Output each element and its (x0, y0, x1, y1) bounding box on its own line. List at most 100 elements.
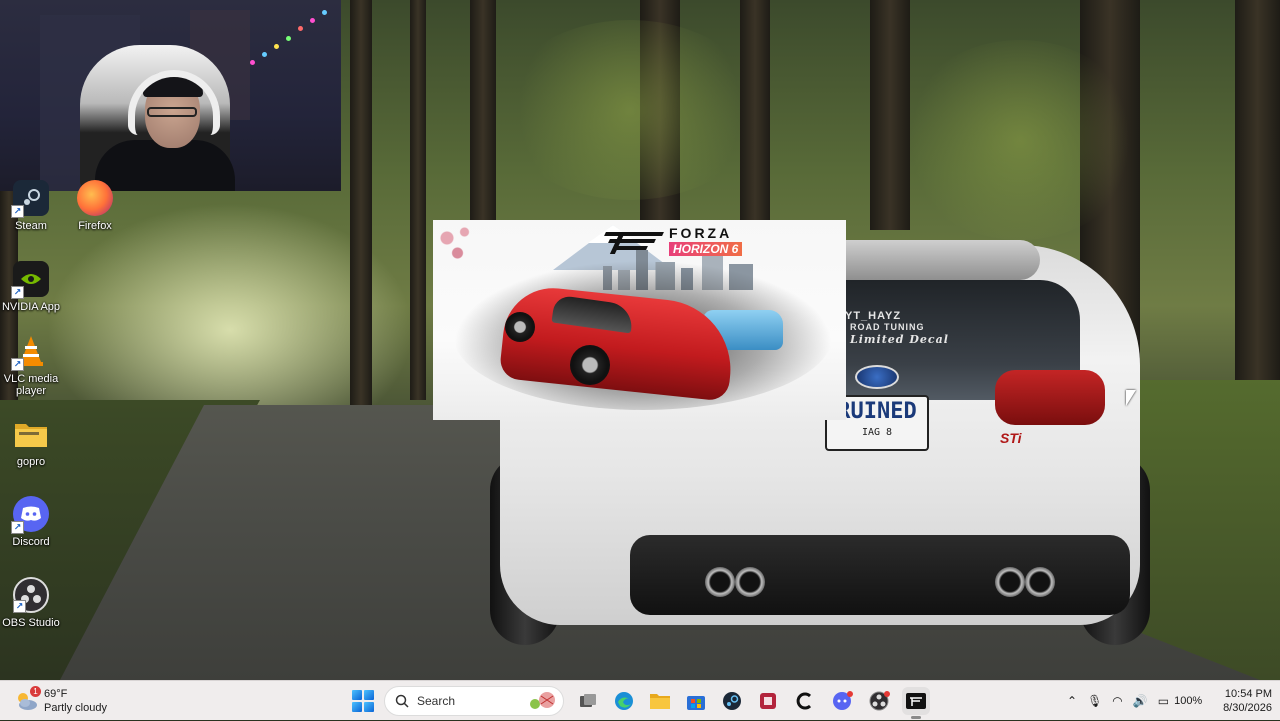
window-sticker: YT_HAYZ (845, 310, 902, 322)
app-icon (760, 693, 776, 709)
search-highlight-icon (530, 692, 555, 709)
exhaust-tip (1025, 567, 1055, 597)
desktop-icon-steam[interactable]: ↗ Steam (0, 180, 62, 232)
discord-icon (833, 691, 853, 710)
weather-widget[interactable]: 1 69°F Partly cloudy (14, 685, 107, 717)
shortcut-arrow-icon: ↗ (11, 521, 24, 534)
mouse-cursor-icon (1126, 390, 1136, 406)
desktop-icon-label: Discord (12, 536, 50, 548)
desktop-icon-label: VLC media player (3, 373, 59, 397)
taillight (995, 370, 1105, 425)
microphone-icon[interactable]: 🎙 (1087, 694, 1102, 708)
search-icon (395, 694, 409, 708)
steam-icon (723, 692, 741, 710)
shortcut-arrow-icon: ↗ (11, 205, 24, 218)
file-explorer-button[interactable] (646, 687, 674, 715)
obs-icon: ↗ (13, 577, 49, 613)
clock-time: 10:54 PM (1224, 688, 1272, 700)
string-light (298, 26, 303, 31)
search-label: Search (417, 694, 456, 708)
firefox-icon (77, 180, 113, 216)
app-red-button[interactable] (754, 687, 782, 715)
tree-trunk (350, 0, 372, 420)
folder-icon (13, 416, 49, 452)
shortcut-arrow-icon: ↗ (11, 358, 24, 371)
desktop-icon-nvidia[interactable]: ↗ NVIDIA App (0, 261, 62, 313)
edge-icon (615, 692, 633, 710)
plate-sub: IAG 8 (861, 427, 893, 438)
tree-trunk (410, 0, 426, 400)
weather-alert-badge: 1 (30, 686, 41, 697)
chevron-up-icon[interactable]: ⌃ (1067, 694, 1077, 708)
desktop-icon-label: gopro (16, 456, 46, 468)
discord-taskbar-button[interactable] (828, 687, 856, 715)
desktop-icon-gopro[interactable]: gopro (0, 416, 62, 468)
string-light (286, 36, 291, 41)
rear-bumper (630, 535, 1130, 615)
foliage (900, 40, 1140, 240)
steam-taskbar-button[interactable] (718, 687, 746, 715)
capcut-icon (796, 692, 812, 710)
microsoft-store-button[interactable] (682, 687, 710, 715)
taskbar-search-box[interactable]: Search (384, 686, 564, 716)
vlc-icon: ↗ (11, 333, 49, 371)
red-car-wheel (505, 312, 535, 342)
battery-icon[interactable]: ▭ (1158, 694, 1169, 708)
partly-cloudy-icon: 1 (14, 686, 41, 713)
window-sticker-3: Limited Decal (850, 333, 949, 346)
window-sticker-2: ROAD TUNING (850, 322, 925, 332)
desktop-icon-label: NVIDIA App (1, 301, 61, 313)
start-button[interactable] (352, 690, 374, 712)
subaru-logo-icon (855, 365, 899, 389)
desktop-icon-label: Steam (15, 220, 47, 232)
volume-icon[interactable]: 🔊 (1133, 694, 1148, 708)
string-light (310, 18, 315, 23)
store-icon (687, 696, 705, 710)
desktop-icon-vlc[interactable]: ↗ VLC media player (0, 333, 62, 397)
forza-horizon-splash-window[interactable]: FORZA HORIZON 6 (433, 220, 846, 420)
string-light (262, 52, 267, 57)
weather-condition: Partly cloudy (44, 702, 107, 714)
folder-icon (650, 694, 670, 709)
steam-icon: ↗ (11, 180, 49, 218)
cherry-blossom-art (433, 220, 503, 280)
forza-brand: FORZA (669, 224, 733, 241)
nvidia-icon: ↗ (11, 261, 49, 299)
exhaust-tip (705, 567, 735, 597)
desktop-icon-discord[interactable]: ↗ Discord (0, 496, 62, 548)
wifi-icon[interactable]: ◠ (1112, 694, 1122, 708)
desktop-icon-obs[interactable]: ↗ OBS Studio (0, 577, 62, 629)
shortcut-arrow-icon: ↗ (11, 286, 24, 299)
foliage (500, 20, 760, 200)
weather-temp: 69°F (44, 688, 68, 700)
clock-date: 8/30/2026 (1223, 702, 1272, 714)
obs-taskbar-button[interactable] (865, 687, 893, 715)
desktop-icon-firefox[interactable]: Firefox (64, 180, 126, 232)
system-tray: ⌃ 🎙 ◠ 🔊 ▭ 100% (1062, 681, 1202, 721)
sti-badge: STi (1000, 430, 1022, 446)
glasses (147, 107, 197, 117)
string-light (322, 10, 327, 15)
battery-percent[interactable]: 100% (1174, 695, 1202, 707)
task-view-button[interactable] (574, 687, 602, 715)
string-light (274, 44, 279, 49)
task-view-icon (580, 694, 596, 707)
taskbar-clock[interactable]: 10:54 PM 8/30/2026 (1212, 687, 1272, 715)
exhaust-tip (995, 567, 1025, 597)
capcut-button[interactable] (791, 687, 819, 715)
webcam-overlay (0, 0, 341, 191)
discord-icon: ↗ (11, 496, 49, 534)
shortcut-arrow-icon: ↗ (13, 600, 26, 613)
obs-icon (869, 691, 890, 711)
forza-horizon-logo: FORZA HORIZON 6 (604, 224, 743, 256)
forza-logo-icon (604, 228, 664, 254)
forza-taskbar-button[interactable] (902, 687, 930, 719)
forza-subtitle: HORIZON 6 (669, 241, 743, 256)
edge-button[interactable] (610, 687, 638, 715)
exhaust-tip (735, 567, 765, 597)
string-light (250, 60, 255, 65)
desktop-icon-label: Firefox (78, 220, 112, 232)
red-car-wheel (570, 345, 610, 385)
taskbar: 1 69°F Partly cloudy Search ⌃ 🎙 ◠ 🔊 ▭ 10… (0, 680, 1280, 720)
forza-icon (906, 693, 926, 709)
